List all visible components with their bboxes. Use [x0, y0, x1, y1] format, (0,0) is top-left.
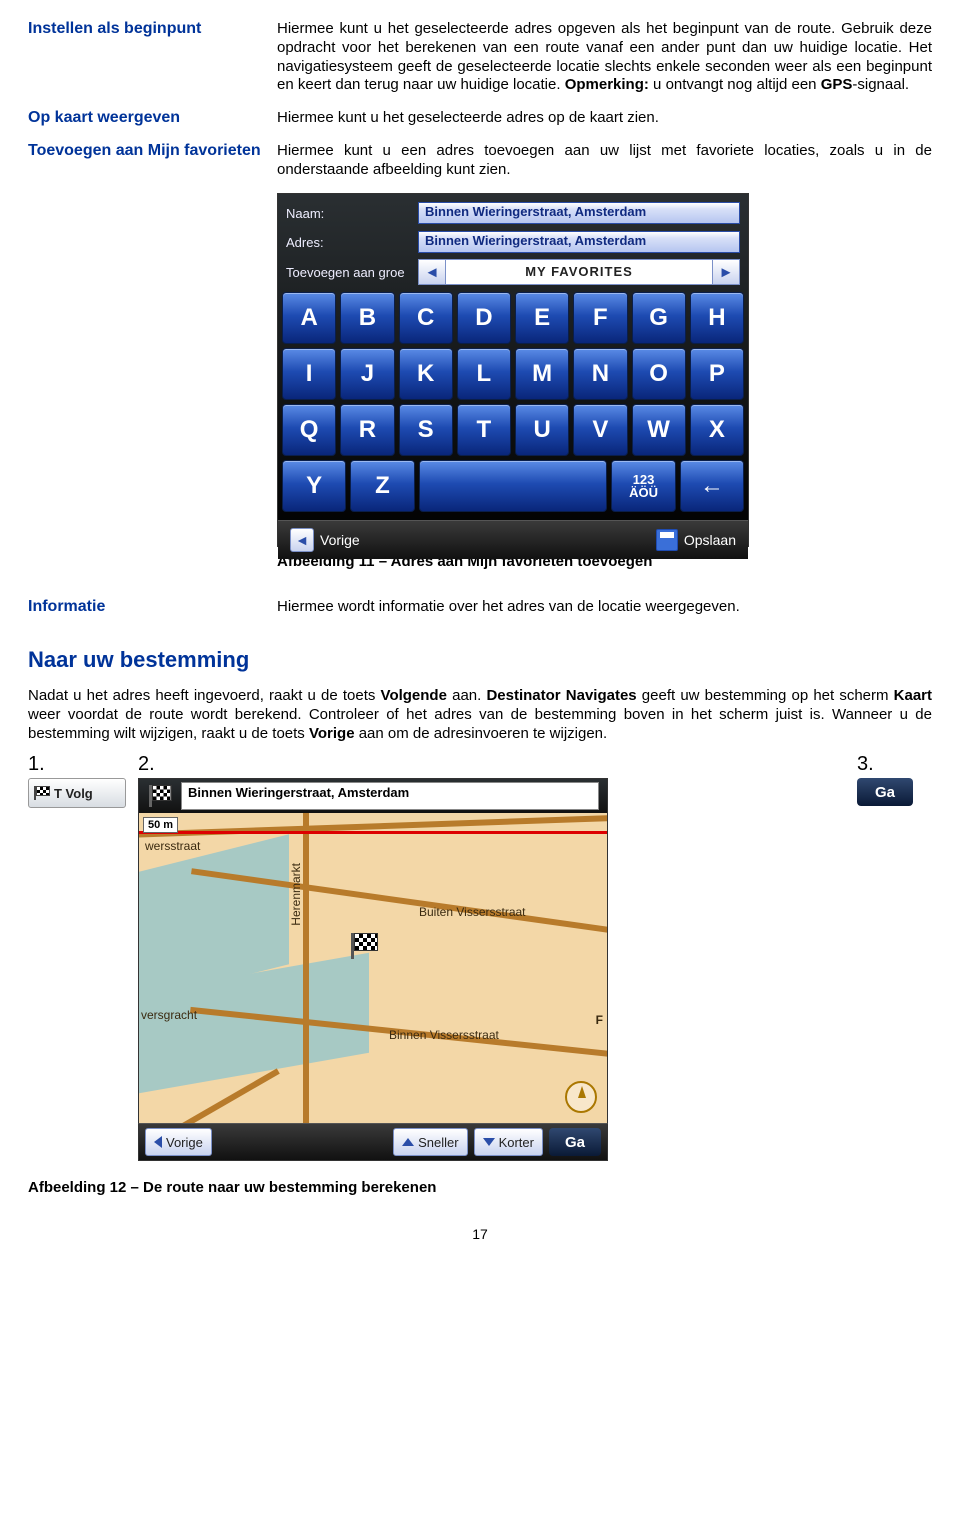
key-d[interactable]: D — [457, 292, 511, 344]
txt: u ontvangt nog altijd een — [649, 76, 821, 93]
term-favorieten: Toevoegen aan Mijn favorieten — [28, 142, 261, 159]
key-g[interactable]: G — [632, 292, 686, 344]
map-ga-button[interactable]: Ga — [549, 1128, 601, 1156]
desc-favorieten: Hiermee kunt u een adres toevoegen aan u… — [277, 142, 932, 180]
adres-label: Adres: — [286, 235, 418, 250]
naam-label: Naam: — [286, 206, 418, 221]
key-z[interactable]: Z — [350, 460, 414, 512]
vorige-button[interactable]: ◄ Vorige — [278, 521, 372, 559]
key-w[interactable]: W — [632, 404, 686, 456]
compass-icon — [565, 1081, 597, 1113]
favorites-screenshot: Naam: Binnen Wieringerstraat, Amsterdam … — [277, 193, 749, 547]
back-arrow-icon: ◄ — [290, 528, 314, 552]
map-canvas[interactable]: 50 m wersstraat Herenmarkt Buiten Visser… — [138, 813, 608, 1123]
heading-naar-bestemming: Naar uw bestemming — [28, 647, 932, 673]
key-e[interactable]: E — [515, 292, 569, 344]
page-number: 17 — [28, 1226, 932, 1242]
key-o[interactable]: O — [632, 348, 686, 400]
term-opkaart: Op kaart weergeven — [28, 109, 180, 126]
key-x[interactable]: X — [690, 404, 744, 456]
step-2: 2. — [138, 753, 857, 776]
key-n[interactable]: N — [573, 348, 627, 400]
step-3: 3. — [857, 753, 932, 776]
txt: aan om de adresinvoeren te wijzigen. — [355, 725, 608, 742]
destination-flag-icon — [147, 785, 171, 807]
key-space[interactable] — [419, 460, 608, 512]
korter-button[interactable]: Korter — [474, 1128, 543, 1156]
group-value: MY FAVORITES — [446, 259, 712, 285]
key-y[interactable]: Y — [282, 460, 346, 512]
opslaan-button[interactable]: Opslaan — [644, 521, 748, 559]
bold-destinator: Destinator Navigates — [486, 687, 636, 704]
key-r[interactable]: R — [340, 404, 394, 456]
key-q[interactable]: Q — [282, 404, 336, 456]
key-f[interactable]: F — [573, 292, 627, 344]
korter-label: Korter — [499, 1135, 534, 1150]
ga-button[interactable]: Ga — [857, 778, 913, 806]
txt: geeft uw bestemming op het scherm — [637, 687, 894, 704]
label-buiten: Buiten Vissersstraat — [419, 905, 526, 919]
label-binnen: Binnen Vissersstraat — [389, 1028, 499, 1042]
txt: Nadat u het adres heeft ingevoerd, raakt… — [28, 687, 381, 704]
scale-badge: 50 m — [143, 817, 178, 833]
key-v[interactable]: V — [573, 404, 627, 456]
txt: -signaal. — [852, 76, 909, 93]
key-m[interactable]: M — [515, 348, 569, 400]
save-disk-icon — [656, 529, 678, 551]
key-s[interactable]: S — [399, 404, 453, 456]
term-instellen: Instellen als beginpunt — [28, 20, 201, 37]
key-i[interactable]: I — [282, 348, 336, 400]
label-herenmarkt: Herenmarkt — [289, 863, 303, 926]
para-bestemming: Nadat u het adres heeft ingevoerd, raakt… — [28, 687, 932, 743]
key-numbers[interactable]: 123 ÄÖÜ — [611, 460, 675, 512]
flag-icon — [34, 786, 50, 800]
step-1: 1. — [28, 753, 138, 776]
key-backspace-icon[interactable]: ← — [680, 460, 744, 512]
label-wersstraat: wersstraat — [145, 839, 200, 853]
label-f: F — [596, 1013, 603, 1027]
key-k[interactable]: K — [399, 348, 453, 400]
keyboard: A B C D E F G H I J K L M N O P — [278, 292, 748, 520]
group-prev-icon[interactable]: ◄ — [418, 259, 446, 285]
group-next-icon[interactable]: ► — [712, 259, 740, 285]
key-a[interactable]: A — [282, 292, 336, 344]
sneller-label: Sneller — [418, 1135, 458, 1150]
down-arrow-icon — [483, 1138, 495, 1146]
vorige-label: Vorige — [320, 532, 360, 548]
bold-vorige: Vorige — [309, 725, 355, 742]
key-p[interactable]: P — [690, 348, 744, 400]
map-screenshot: Binnen Wieringerstraat, Amsterdam 50 m w… — [138, 778, 608, 1161]
key-l[interactable]: L — [457, 348, 511, 400]
t-volg-button[interactable]: T Volg — [28, 778, 126, 808]
map-destination-flag-icon — [349, 933, 377, 959]
map-vorige-button[interactable]: Vorige — [145, 1128, 212, 1156]
map-vorige-label: Vorige — [166, 1135, 203, 1150]
bold-gps: GPS — [821, 76, 853, 93]
key-u[interactable]: U — [515, 404, 569, 456]
desc-instellen: Hiermee kunt u het geselecteerde adres o… — [277, 20, 932, 95]
key-t[interactable]: T — [457, 404, 511, 456]
back-arrow-icon — [154, 1136, 162, 1148]
t-volg-label: T Volg — [54, 786, 93, 801]
desc-opkaart: Hiermee kunt u het geselecteerde adres o… — [277, 109, 932, 128]
destination-address: Binnen Wieringerstraat, Amsterdam — [181, 782, 599, 810]
term-informatie: Informatie — [28, 598, 105, 615]
sneller-button[interactable]: Sneller — [393, 1128, 467, 1156]
bold-opmerking: Opmerking: — [565, 76, 649, 93]
key-j[interactable]: J — [340, 348, 394, 400]
key-c[interactable]: C — [399, 292, 453, 344]
up-arrow-icon — [402, 1138, 414, 1146]
caption-12: Afbeelding 12 – De route naar uw bestemm… — [28, 1179, 932, 1196]
adres-input[interactable]: Binnen Wieringerstraat, Amsterdam — [418, 231, 740, 253]
desc-informatie: Hiermee wordt informatie over het adres … — [277, 598, 932, 617]
group-label: Toevoegen aan groe — [286, 265, 418, 280]
opslaan-label: Opslaan — [684, 532, 736, 548]
bold-kaart: Kaart — [894, 687, 932, 704]
key-b[interactable]: B — [340, 292, 394, 344]
bold-volgende: Volgende — [381, 687, 447, 704]
txt: aan. — [447, 687, 487, 704]
label-versgracht: versgracht — [141, 1008, 197, 1022]
key-h[interactable]: H — [690, 292, 744, 344]
naam-input[interactable]: Binnen Wieringerstraat, Amsterdam — [418, 202, 740, 224]
